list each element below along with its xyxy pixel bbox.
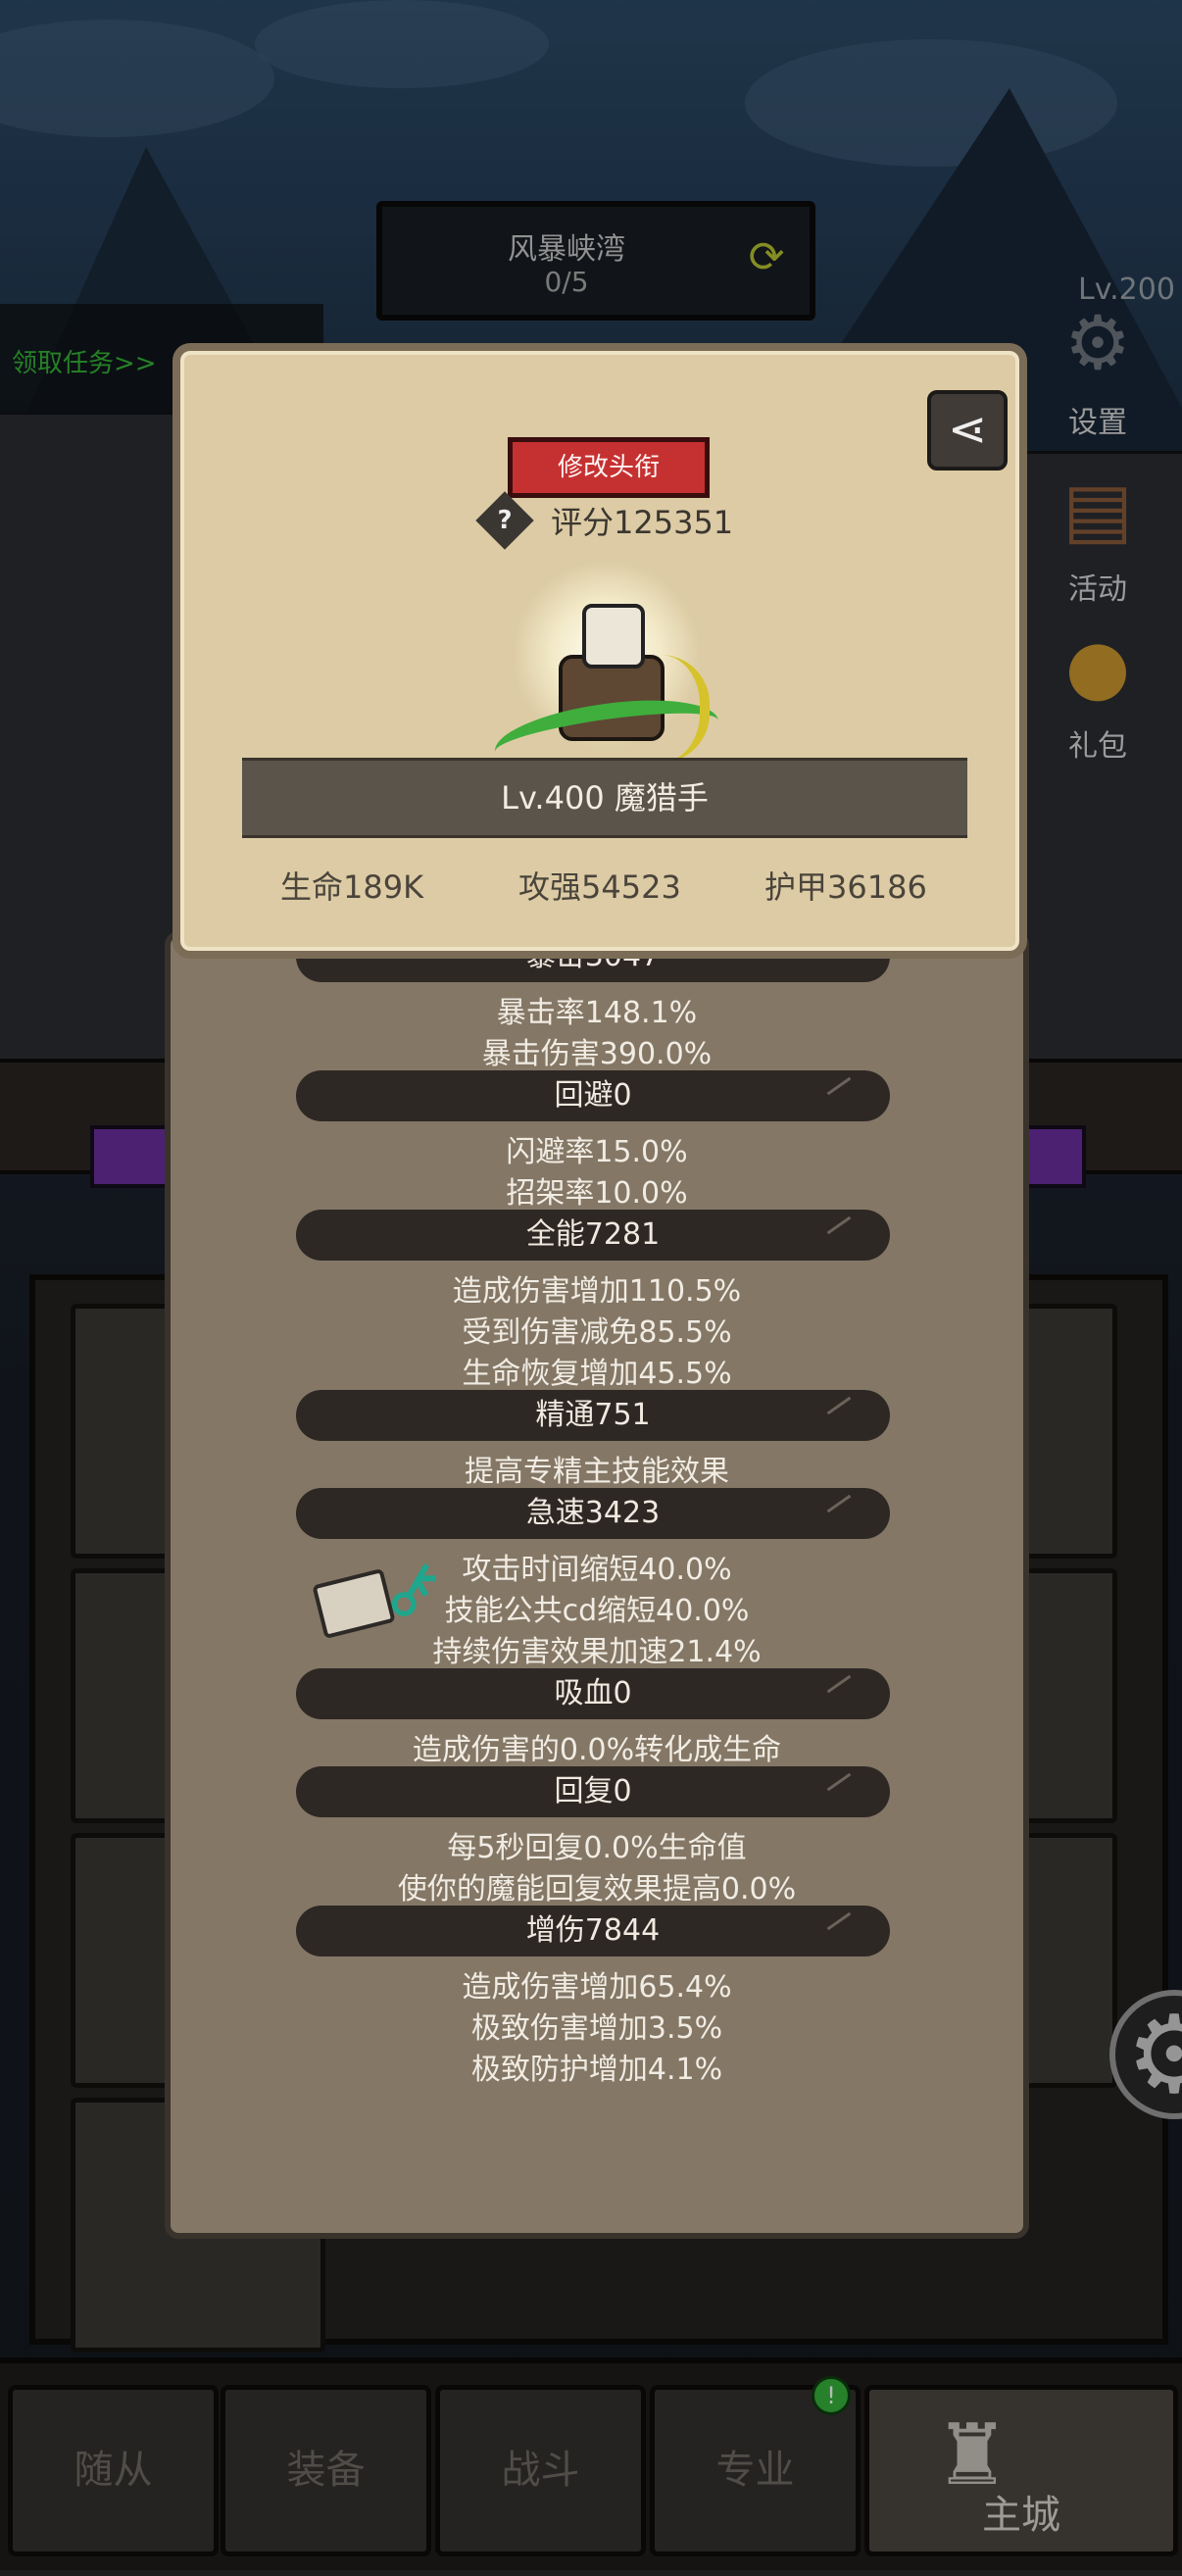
attr-line: 造成伤害增加110.5% <box>452 1274 742 1309</box>
attr-line: 极致伤害增加3.5% <box>470 2011 723 2046</box>
share-icon[interactable]: ⋖ <box>927 390 1008 471</box>
attr-line: 技能公共cd缩短40.0% <box>444 1594 750 1628</box>
attr-header-haste: 急速3423 <box>296 1488 890 1539</box>
help-icon[interactable]: ? <box>475 491 534 550</box>
attr-line: 闪避率15.0% <box>506 1135 688 1169</box>
attr-line: 每5秒回复0.0%生命值 <box>447 1831 747 1865</box>
attribute-panel: ⚷ 暴击3047 暴击率148.1% 暴击伤害390.0% 回避0 闪避率15.… <box>165 931 1029 2239</box>
attr-line: 攻击时间缩短40.0% <box>462 1553 732 1587</box>
attr-header-damage-boost: 增伤7844 <box>296 1906 890 1957</box>
attack-stat: 攻强54523 <box>518 868 681 906</box>
attr-line: 受到伤害减免85.5% <box>462 1315 732 1350</box>
attr-line: 造成伤害增加65.4% <box>462 1970 732 2005</box>
attr-line: 提高专精主技能效果 <box>465 1455 729 1489</box>
profile-card: ⋖ 修改头衔 ? 评分125351 Lv.400 魔猎手 生命189K 攻强54… <box>172 343 1027 959</box>
attr-line: 持续伤害效果加速21.4% <box>432 1635 762 1669</box>
attr-line: 使你的魔能回复效果提高0.0% <box>397 1872 797 1907</box>
hero-name-bar: Lv.400 魔猎手 <box>242 758 967 838</box>
armor-stat: 护甲36186 <box>764 868 927 906</box>
attr-line: 招架率10.0% <box>506 1176 688 1211</box>
character-info-modal: ⚷ 暴击3047 暴击率148.1% 暴击伤害390.0% 回避0 闪避率15.… <box>165 343 1029 2239</box>
attr-line: 暴击率148.1% <box>496 996 698 1030</box>
edit-title-button[interactable]: 修改头衔 <box>508 437 710 498</box>
attr-header-versatility: 全能7281 <box>296 1210 890 1261</box>
attr-header-lifesteal: 吸血0 <box>296 1668 890 1719</box>
attr-header-avoid: 回避0 <box>296 1070 890 1121</box>
hero-avatar <box>474 547 739 784</box>
attr-line: 暴击伤害390.0% <box>481 1037 713 1071</box>
hero-head <box>582 604 645 669</box>
attr-line: 造成伤害的0.0%转化成生命 <box>412 1733 782 1767</box>
score-text: 评分125351 <box>551 504 734 541</box>
attr-line: 生命恢复增加45.5% <box>462 1357 732 1391</box>
attr-line: 极致防护增加4.1% <box>470 2053 723 2087</box>
attr-header-mastery: 精通751 <box>296 1390 890 1441</box>
hp-stat: 生命189K <box>280 868 424 906</box>
help-symbol: ? <box>497 506 513 535</box>
attr-header-recovery: 回复0 <box>296 1766 890 1817</box>
